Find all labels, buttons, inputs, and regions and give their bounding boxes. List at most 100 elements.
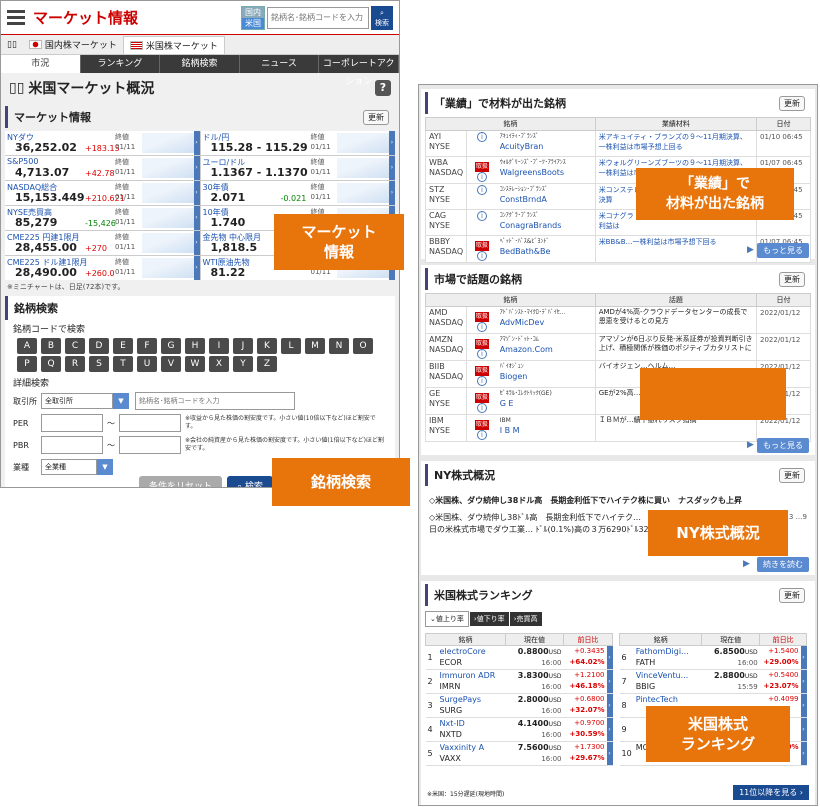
- letter-button[interactable]: N: [329, 338, 349, 354]
- table-row[interactable]: AMD NASDAQ 取扱i ｱﾄﾞﾊﾞﾝｽﾄ･ﾏｲｸﾛ･ﾃﾞﾊﾞｲｾ... AdvMi…: [424, 306, 811, 334]
- ranking-row[interactable]: 6 FathomDigi... FATH 6.8500USD 16:00 +1.5400 +…: [619, 645, 807, 670]
- help-icon[interactable]: ?: [375, 80, 391, 96]
- chevron-right-icon[interactable]: ›: [193, 156, 200, 180]
- quote-cell[interactable]: S&P500 4,713.07 +42.78 終値 01/11 ›: [5, 156, 200, 180]
- rank-stock-link[interactable]: Vaxxinity A: [440, 742, 504, 753]
- chevron-right-icon[interactable]: ›: [606, 718, 613, 741]
- rank-stock-link[interactable]: Immuron ADR: [440, 670, 504, 681]
- earnings-more-button[interactable]: もっと見る: [757, 243, 809, 258]
- info-icon[interactable]: i: [476, 430, 487, 440]
- update-button[interactable]: 更新: [779, 95, 805, 111]
- tab-volume[interactable]: ›売買高: [509, 612, 542, 626]
- table-row[interactable]: AYI NYSE i ｱｷｭｲﾃｨ･ﾌﾞﾗﾝｽﾞ AcuityBran 米アキュイティ・ブ…: [424, 130, 811, 157]
- chevron-right-icon[interactable]: ›: [800, 670, 807, 693]
- chevron-right-icon[interactable]: ›: [606, 670, 613, 693]
- material-link[interactable]: 米BB&B…一株利益は市場予想下回る: [599, 237, 753, 257]
- info-icon[interactable]: i: [476, 322, 487, 332]
- letter-button[interactable]: L: [281, 338, 301, 354]
- topics-more-button[interactable]: もっと見る: [757, 438, 809, 453]
- chevron-right-icon[interactable]: ›: [800, 694, 807, 717]
- letter-button[interactable]: O: [353, 338, 373, 354]
- nav-ranking[interactable]: ランキング: [81, 55, 161, 73]
- stock-link[interactable]: WalgreensBoots: [500, 168, 592, 178]
- letter-button[interactable]: V: [161, 356, 181, 372]
- chevron-right-icon[interactable]: ›: [193, 231, 200, 255]
- stock-link[interactable]: ConagraBrands: [500, 221, 592, 231]
- mini-chart[interactable]: [337, 133, 389, 153]
- mini-chart[interactable]: [141, 183, 194, 203]
- letter-button[interactable]: S: [89, 356, 109, 372]
- tab-losers[interactable]: ›値下り率: [469, 612, 509, 626]
- per-min-input[interactable]: [41, 414, 103, 432]
- letter-button[interactable]: J: [233, 338, 253, 354]
- region-jp[interactable]: 国内: [242, 7, 264, 18]
- stock-link[interactable]: G E: [500, 399, 592, 409]
- chevron-right-icon[interactable]: ›: [800, 742, 807, 765]
- rank-stock-link[interactable]: Nxt-ID: [440, 718, 504, 729]
- ranking-row[interactable]: 4 Nxt-ID NXTD 4.1400USD 16:00 +0.9700 +30.59% ›: [425, 717, 613, 742]
- stock-link[interactable]: BedBath&Be: [500, 247, 592, 257]
- table-row[interactable]: AMZN NASDAQ 取扱i ｱﾏｿﾞﾝ･ﾄﾞｯﾄ･ｺﾑ Amazon.Com アマゾン…: [424, 333, 811, 361]
- letter-button[interactable]: I: [209, 338, 229, 354]
- chevron-right-icon[interactable]: ›: [389, 156, 395, 180]
- letter-button[interactable]: Z: [257, 356, 277, 372]
- letter-button[interactable]: H: [185, 338, 205, 354]
- info-icon[interactable]: i: [476, 376, 487, 386]
- ny-more-button[interactable]: 続きを読む: [757, 557, 809, 572]
- chevron-right-icon[interactable]: ›: [193, 206, 200, 230]
- search-submit-button[interactable]: ⌕ 検索: [227, 476, 273, 487]
- ny-headline[interactable]: ◇米国株、ダウ続伸し38ドル高 長期金利低下でハイテク株に買い ナスダックも上昇: [421, 489, 815, 512]
- reset-button[interactable]: 条件をリセット: [139, 476, 223, 487]
- rank-stock-link[interactable]: VinceVentu...: [636, 670, 700, 681]
- chevron-right-icon[interactable]: ›: [800, 718, 807, 741]
- header-search-button[interactable]: ⌕ 検索: [371, 5, 393, 30]
- stock-link[interactable]: I B M: [500, 426, 592, 436]
- rank-stock-link[interactable]: electroCore: [440, 646, 504, 657]
- hamburger-menu-icon[interactable]: [7, 7, 25, 28]
- exchange-select[interactable]: 全取引所: [41, 393, 113, 409]
- quote-cell[interactable]: ドル/円 115.28 - 115.29 終値 01/11 ›: [200, 131, 395, 155]
- mini-chart[interactable]: [141, 233, 194, 253]
- stock-name-input[interactable]: [135, 392, 295, 410]
- quote-cell[interactable]: CME225 円建1限月 28,455.00 +270 終値 01/11 ›: [5, 231, 200, 255]
- pbr-min-input[interactable]: [41, 436, 103, 454]
- info-icon[interactable]: i: [476, 211, 487, 221]
- quote-cell[interactable]: CME225 ドル建1限月 28,490.00 +260.0 終値 01/11 ›: [5, 256, 200, 280]
- chevron-right-icon[interactable]: ›: [606, 646, 613, 669]
- letter-button[interactable]: W: [185, 356, 205, 372]
- mini-chart[interactable]: [141, 208, 194, 228]
- stock-link[interactable]: AcuityBran: [500, 142, 592, 152]
- rank-stock-link[interactable]: SurgePays: [440, 694, 504, 705]
- chevron-right-icon[interactable]: ›: [193, 181, 200, 205]
- letter-button[interactable]: X: [209, 356, 229, 372]
- quote-cell[interactable]: ユーロ/ドル 1.1367 - 1.1370 終値 01/11 ›: [200, 156, 395, 180]
- pbr-max-input[interactable]: [119, 436, 181, 454]
- chevron-right-icon[interactable]: ›: [193, 131, 200, 155]
- quote-cell[interactable]: 30年債 2.071 -0.021 終値 01/11 ›: [200, 181, 395, 205]
- letter-button[interactable]: U: [137, 356, 157, 372]
- book-icon[interactable]: ▯▯: [1, 38, 23, 52]
- letter-button[interactable]: R: [65, 356, 85, 372]
- mini-chart[interactable]: [141, 133, 194, 153]
- quote-cell[interactable]: NYSE売買高 85,279 -15,426 終値 01/11 ›: [5, 206, 200, 230]
- quote-cell[interactable]: NYダウ 36,252.02 +183.15 終値 01/11 ›: [5, 131, 200, 155]
- stock-link[interactable]: AdvMicDev: [500, 318, 592, 328]
- region-us[interactable]: 米国: [242, 17, 264, 29]
- rank-stock-link[interactable]: PintecTech: [636, 694, 700, 705]
- letter-button[interactable]: G: [161, 338, 181, 354]
- info-icon[interactable]: i: [476, 172, 487, 182]
- industry-select[interactable]: 全業種: [41, 459, 97, 475]
- letter-button[interactable]: D: [89, 338, 109, 354]
- update-button[interactable]: 更新: [779, 467, 805, 483]
- mini-chart[interactable]: [141, 158, 194, 178]
- info-icon[interactable]: i: [476, 185, 487, 195]
- mini-chart[interactable]: [141, 258, 194, 278]
- letter-button[interactable]: B: [41, 338, 61, 354]
- tab-us-market[interactable]: 米国株マーケット: [122, 35, 225, 54]
- ranking-row[interactable]: 7 VinceVentu... BBIG 2.8800USD 15:59 +0.5400 +…: [619, 669, 807, 694]
- quote-cell[interactable]: NASDAQ総合 15,153.449 +210.621 終値 01/11 ›: [5, 181, 200, 205]
- chevron-right-icon[interactable]: ›: [193, 256, 200, 280]
- chevron-right-icon[interactable]: ›: [389, 131, 395, 155]
- letter-button[interactable]: E: [113, 338, 133, 354]
- mini-chart[interactable]: [337, 158, 389, 178]
